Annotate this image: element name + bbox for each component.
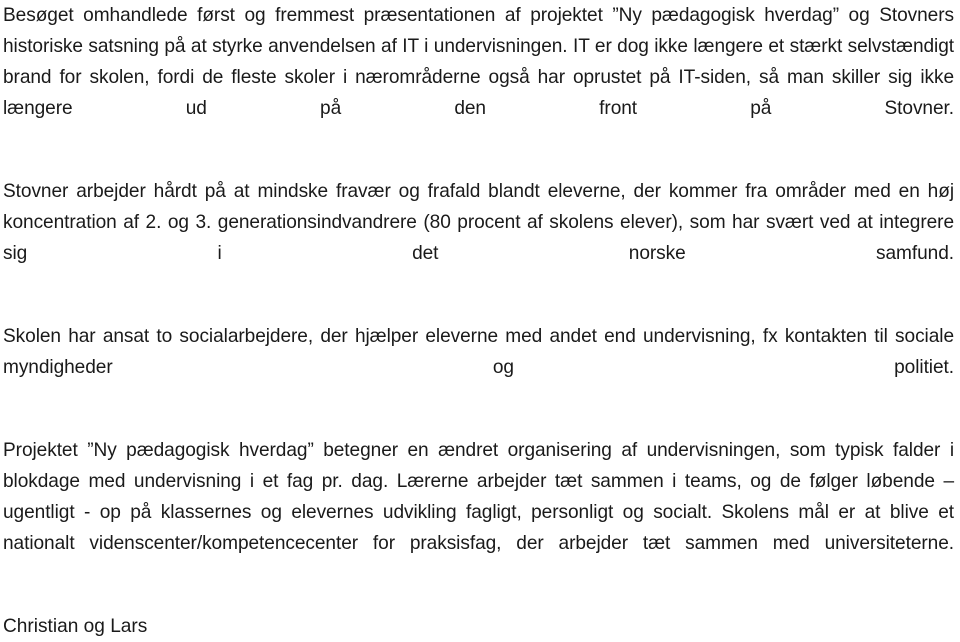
document-body: Besøget omhandlede først og fremmest præ… — [3, 0, 954, 642]
paragraph-3: Skolen har ansat to socialarbejdere, der… — [3, 326, 954, 378]
document-page: Besøget omhandlede først og fremmest præ… — [0, 0, 960, 637]
signature-line: Christian og Lars — [3, 616, 148, 637]
paragraph-4: Projektet ”Ny pædagogisk hverdag” betegn… — [3, 440, 954, 554]
paragraph-2: Stovner arbejder hårdt på at mindske fra… — [3, 181, 954, 264]
paragraph-1: Besøget omhandlede først og fremmest præ… — [3, 5, 954, 119]
